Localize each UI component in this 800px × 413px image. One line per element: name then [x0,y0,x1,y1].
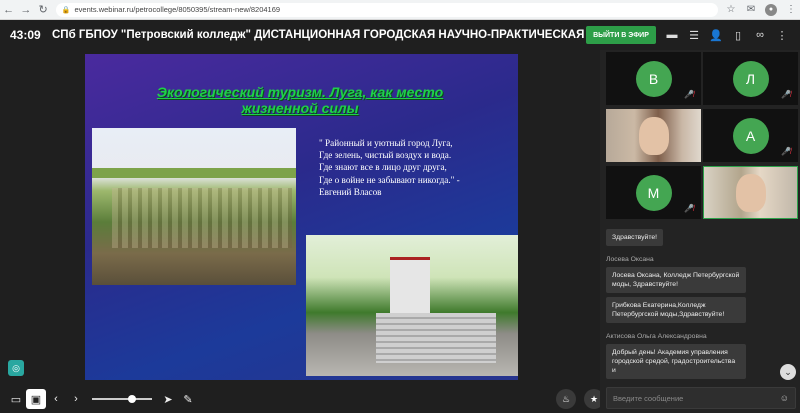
zoom-knob[interactable] [128,395,136,403]
mic-off-icon: 🎤̸ [781,90,791,99]
participant-face [735,173,766,212]
mic-off-icon: 🎤̸ [684,90,694,99]
go-live-button[interactable]: ВЫЙТИ В ЭФИР [586,26,656,44]
town-photo [92,128,296,285]
avatar: Л [732,60,769,97]
avatar: М [635,174,672,211]
prev-icon[interactable]: ‹ [46,389,66,409]
mic-off-icon: 🎤̸ [684,204,694,213]
back-icon[interactable]: ← [0,1,17,19]
forward-icon[interactable]: → [17,1,34,19]
mic-off-icon: 🎤̸ [781,147,791,156]
avatar: В [635,60,672,97]
reload-icon[interactable]: ↻ [35,1,52,19]
app-header: 43:09 СПб ГБПОУ "Петровский колледж" ДИС… [0,20,800,50]
chat-message-input[interactable] [607,393,767,403]
user-icon[interactable]: 👤 [708,27,724,43]
monument-shape [390,257,430,313]
stream-timer: 43:09 [10,28,41,42]
avatar: А [732,117,769,154]
chat-message: Грибкова Екатерина,Колледж Петербургской… [606,297,746,323]
file-icon[interactable]: ▯ [730,27,746,43]
quote-line: Где о войне не забывают никогда." - [319,174,460,185]
chat-feed: Здравствуйте! Лосева Оксана Лосева Оксан… [606,226,796,383]
quote-line: Где знают все в лицо друг друга, [319,162,447,173]
link-icon[interactable]: ∞ [752,27,768,43]
chevron-down-icon[interactable]: ⌄ [780,364,796,380]
participant-video[interactable] [606,109,701,162]
participant-tile[interactable]: М 🎤̸ [606,166,701,219]
chat-author: Лосева Оксана [606,256,654,263]
quote-line: Где зелень, чистый воздух и вода. [319,150,452,161]
event-title: СПб ГБПОУ "Петровский колледж" ДИСТАНЦИО… [52,29,612,41]
screen-icon[interactable]: ▭ [6,389,26,409]
slide-icon[interactable]: ▣ [26,389,46,409]
participant-tile[interactable]: А 🎤̸ [703,109,798,162]
chat-icon[interactable]: ▬ [664,27,680,43]
chat-input-box: ☺ [606,387,796,409]
more-icon[interactable]: ⋮ [774,27,790,43]
participant-face [638,116,669,155]
participant-video[interactable] [703,166,798,219]
url-text: events.webinar.ru/petrocollege/8050395/s… [74,5,281,14]
chat-author: Актисова Ольга Александровна [606,333,707,340]
slide-title: Экологический туризм. Луга, как место жи… [156,84,444,116]
presentation-stage: Экологический туризм. Луга, как место жи… [0,50,600,385]
poll-icon[interactable]: ☰ [686,27,702,43]
slide: Экологический туризм. Луга, как место жи… [85,54,518,380]
star-icon[interactable]: ☆ [722,1,740,19]
quote-line: Евгений Власов [319,186,382,197]
chat-message: Лосева Оксана, Колледж Петербургской мод… [606,267,746,293]
pointer-icon[interactable]: ➤ [158,389,178,409]
extension-icon[interactable]: ✉ [742,1,760,19]
address-bar[interactable]: 🔒 events.webinar.ru/petrocollege/8050395… [55,2,718,17]
browser-toolbar: ← → ↻ 🔒 events.webinar.ru/petrocollege/8… [0,0,800,20]
steps-shape [376,313,496,363]
memorial-photo [306,235,518,376]
quote-line: " Районный и уютный город Луга, [319,138,453,148]
app-logo-icon[interactable]: ◎ [8,360,24,376]
emoji-icon[interactable]: ☺ [780,393,789,403]
slide-quote: " Районный и уютный город Луга, Где зеле… [319,137,509,198]
participant-tile[interactable]: В 🎤̸ [606,52,701,105]
chat-message: Здравствуйте! [606,229,664,246]
bottom-toolbar: ▭ ▣ ‹ › ➤ ✎ [0,385,600,413]
chat-message: Добрый день! Академия управления городск… [606,344,746,379]
lock-icon: 🔒 [61,6,71,14]
next-icon[interactable]: › [66,389,86,409]
brush-icon[interactable]: ✎ [178,389,198,409]
profile-avatar[interactable]: ● [762,1,780,19]
participant-tile[interactable]: Л 🎤̸ [703,52,798,105]
zoom-slider[interactable] [92,395,152,403]
menu-icon[interactable]: ⋮ [782,1,800,19]
fire-icon[interactable]: ♨ [556,389,576,409]
